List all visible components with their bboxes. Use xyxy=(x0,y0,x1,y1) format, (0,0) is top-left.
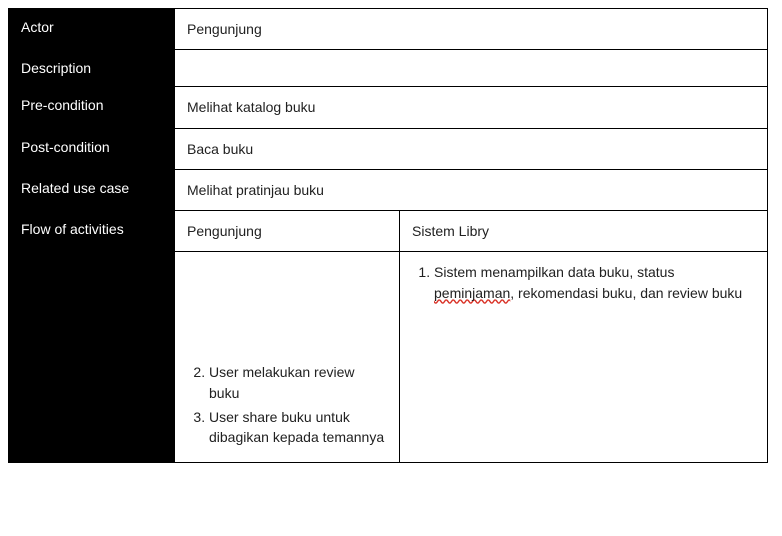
row-label-related: Related use case xyxy=(9,169,175,210)
row-label-actor: Actor xyxy=(9,9,175,50)
row-label-description: Description xyxy=(9,50,175,87)
row-value-postcondition: Baca buku xyxy=(175,128,768,169)
table-row: Related use case Melihat pratinjau buku xyxy=(9,169,768,210)
usecase-table: Actor Pengunjung Description Pre-conditi… xyxy=(8,8,768,463)
row-label-precondition: Pre-condition xyxy=(9,87,175,128)
flow-right-list: Sistem menampilkan data buku, status pem… xyxy=(412,262,755,303)
row-label-flow-blank xyxy=(9,252,175,462)
row-label-postcondition: Post-condition xyxy=(9,128,175,169)
flow-cell-right: Sistem menampilkan data buku, status pem… xyxy=(400,252,768,462)
flow-header-right: Sistem Libry xyxy=(400,211,768,252)
row-value-related: Melihat pratinjau buku xyxy=(175,169,768,210)
table-row: Pre-condition Melihat katalog buku xyxy=(9,87,768,128)
table-row: Post-condition Baca buku xyxy=(9,128,768,169)
flow-cell-left: User melakukan review buku User share bu… xyxy=(175,252,400,462)
row-label-flow: Flow of activities xyxy=(9,211,175,252)
flow-right-text-prefix: Sistem menampilkan data buku, status xyxy=(434,264,674,280)
row-value-actor: Pengunjung xyxy=(175,9,768,50)
list-item: User melakukan review buku xyxy=(209,362,387,403)
flow-header-left: Pengunjung xyxy=(175,211,400,252)
table-row: Description xyxy=(9,50,768,87)
flow-left-list: User melakukan review buku User share bu… xyxy=(187,362,387,447)
list-item: User share buku untuk dibagikan kepada t… xyxy=(209,407,387,448)
list-item: Sistem menampilkan data buku, status pem… xyxy=(434,262,755,303)
table-row: User melakukan review buku User share bu… xyxy=(9,252,768,462)
spellcheck-word: peminjaman xyxy=(434,285,510,301)
table-row: Actor Pengunjung xyxy=(9,9,768,50)
table-row: Flow of activities Pengunjung Sistem Lib… xyxy=(9,211,768,252)
row-value-precondition: Melihat katalog buku xyxy=(175,87,768,128)
flow-right-text-suffix: , rekomendasi buku, dan review buku xyxy=(510,285,742,301)
row-value-description xyxy=(175,50,768,87)
